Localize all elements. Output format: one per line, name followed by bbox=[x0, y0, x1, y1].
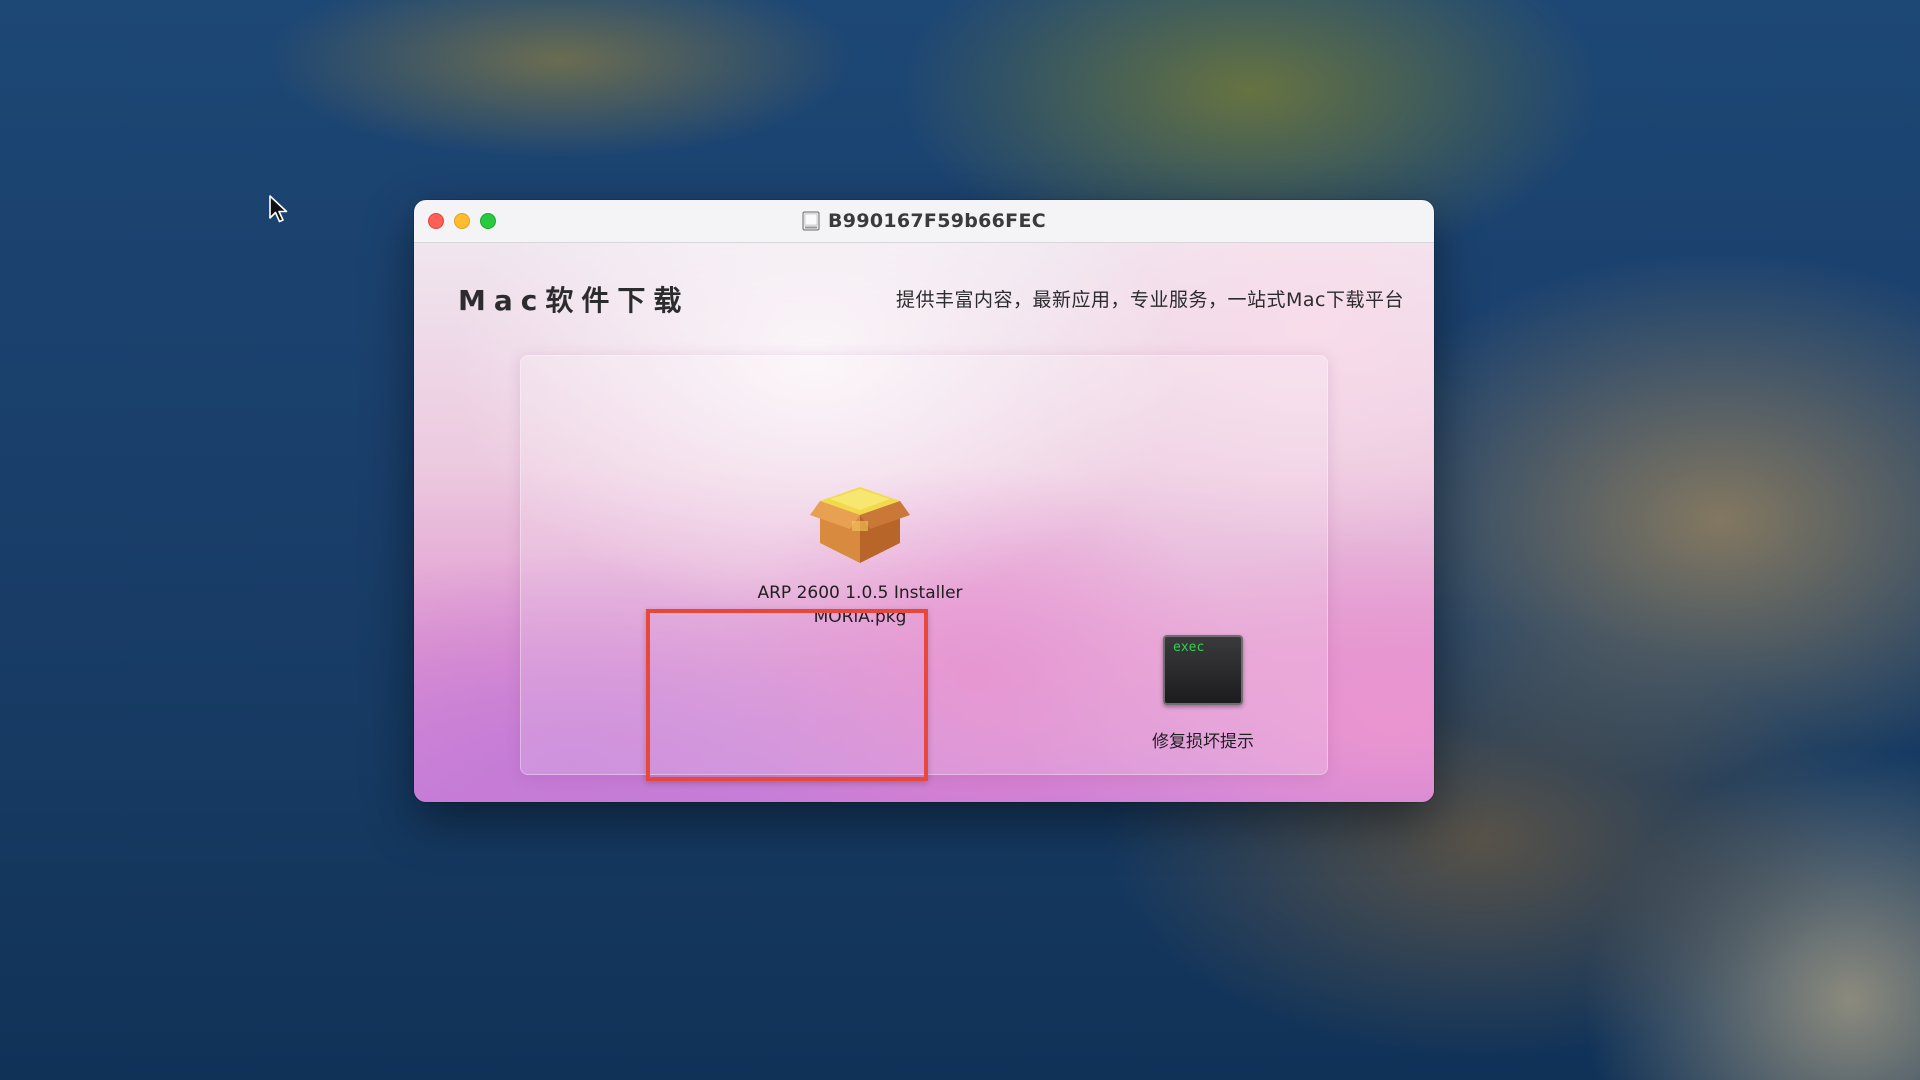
pkg-file-item[interactable]: ARP 2600 1.0.5 Installer MORiA.pkg bbox=[740, 479, 980, 629]
highlight-box bbox=[646, 609, 928, 781]
exec-terminal-icon: exec bbox=[1163, 635, 1243, 705]
window-content: Mac软件下载 提供丰富内容，最新应用，专业服务，一站式Mac下载平台 ARP … bbox=[414, 243, 1434, 802]
title-bar[interactable]: B990167F59b66FEC bbox=[414, 200, 1434, 243]
package-icon bbox=[810, 487, 910, 563]
minimize-button[interactable] bbox=[454, 213, 470, 229]
desktop: B990167F59b66FEC Mac软件下载 提供丰富内容，最新应用，专业服… bbox=[0, 0, 1920, 1080]
mouse-cursor-icon bbox=[269, 195, 288, 223]
exec-file-item[interactable]: exec 修复损坏提示 bbox=[1128, 635, 1278, 752]
disk-image-icon bbox=[802, 211, 820, 231]
exec-file-label: 修复损坏提示 bbox=[1152, 732, 1254, 752]
page-heading: Mac软件下载 bbox=[458, 284, 690, 317]
tagline: 提供丰富内容，最新应用，专业服务，一站式Mac下载平台 bbox=[896, 289, 1404, 311]
window-controls bbox=[428, 213, 496, 229]
exec-icon-text: exec bbox=[1173, 640, 1205, 655]
window-title: B990167F59b66FEC bbox=[828, 210, 1046, 232]
zoom-button[interactable] bbox=[480, 213, 496, 229]
finder-window: B990167F59b66FEC Mac软件下载 提供丰富内容，最新应用，专业服… bbox=[414, 200, 1434, 802]
close-button[interactable] bbox=[428, 213, 444, 229]
window-title-group: B990167F59b66FEC bbox=[802, 210, 1046, 232]
